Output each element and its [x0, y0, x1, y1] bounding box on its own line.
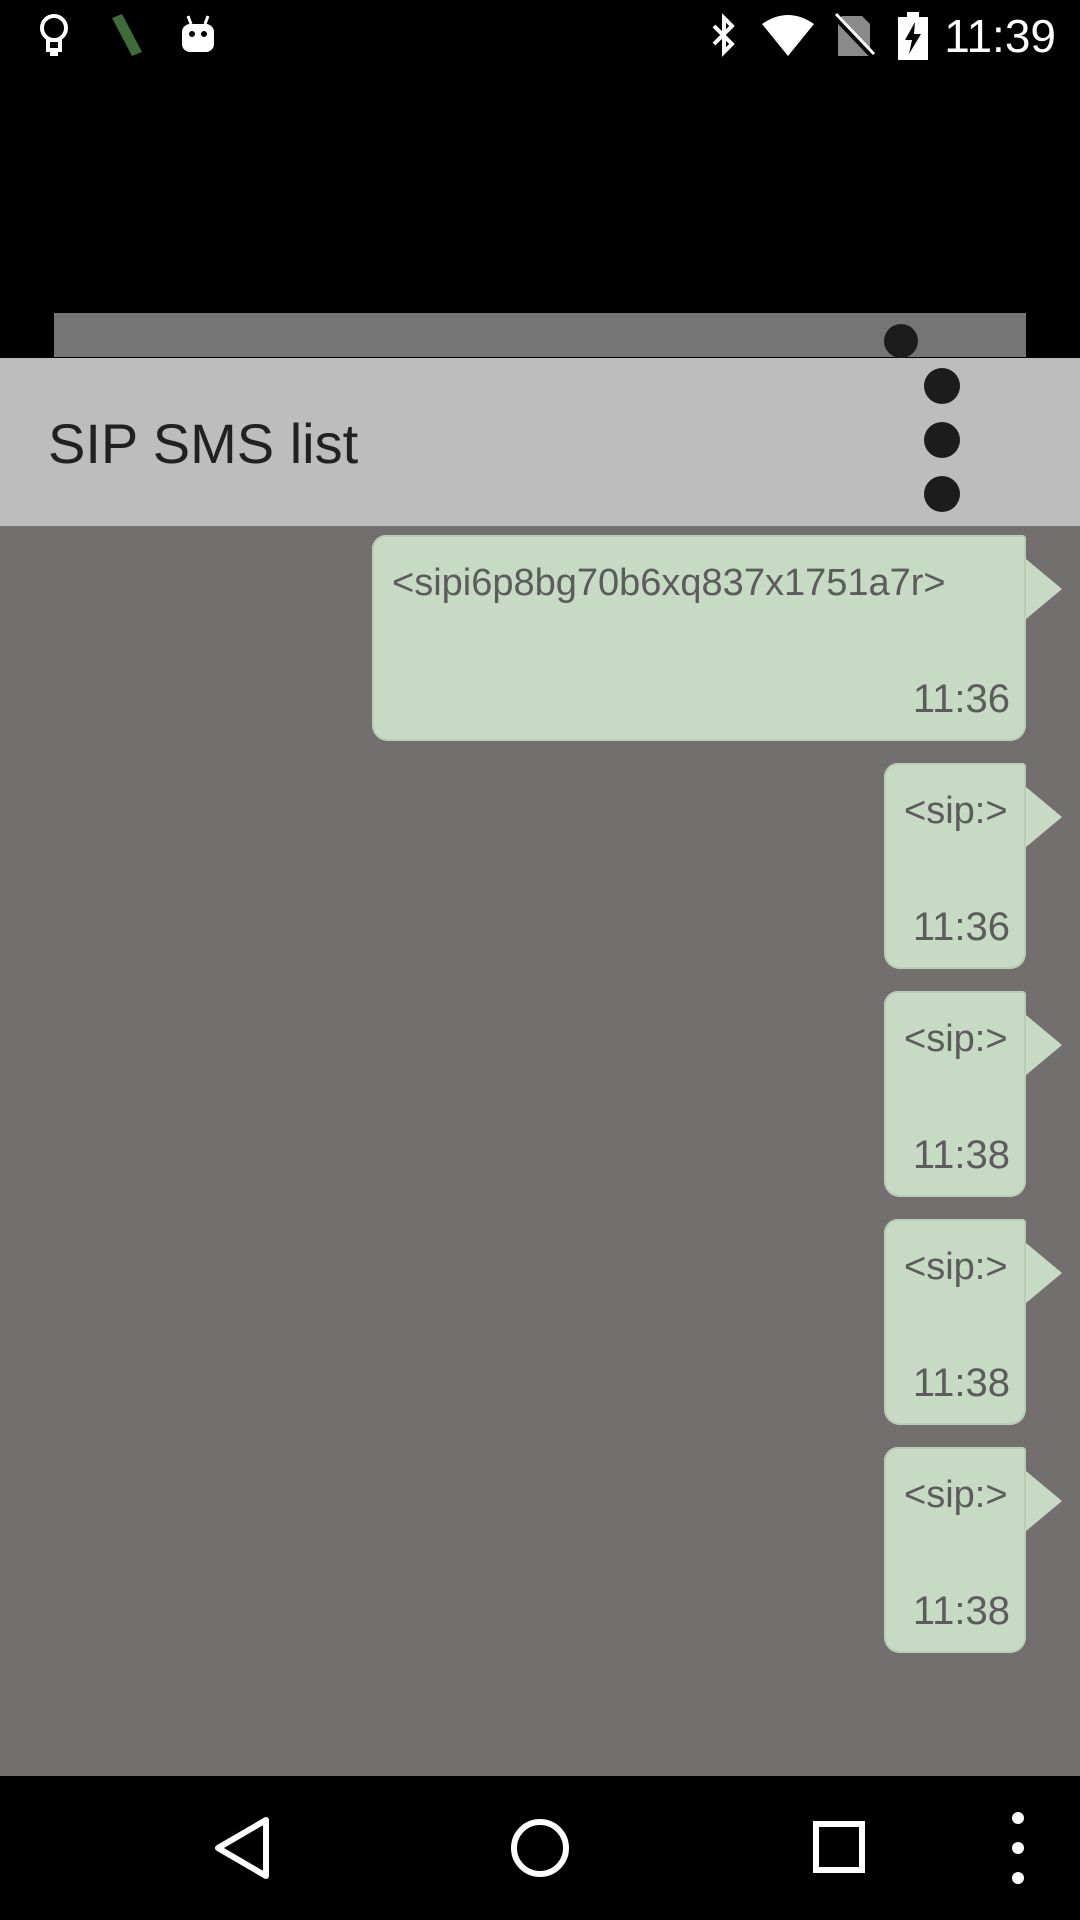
message-time: 11:36 [912, 905, 1010, 949]
message-bubble[interactable]: <sipi6p8bg70b6xq837x1751a7r> 11:36 [372, 535, 1062, 741]
message-bubble[interactable]: <sip:> 11:38 [884, 1219, 1062, 1425]
back-icon[interactable] [182, 1776, 302, 1920]
message-bubble[interactable]: <sip:> 11:38 [884, 1447, 1062, 1653]
home-icon[interactable] [480, 1776, 600, 1920]
message-bubble[interactable]: <sip:> 11:36 [884, 763, 1062, 969]
recents-icon[interactable] [780, 1776, 900, 1920]
message-sender: <sip:> [904, 1246, 1008, 1288]
battery-charging-icon [898, 12, 928, 60]
message-time: 11:38 [912, 1361, 1010, 1405]
lightbulb-icon [40, 14, 68, 56]
menu-icon[interactable] [958, 1776, 1078, 1920]
status-bar: 11:39 [0, 0, 1080, 72]
navigation-bar [0, 1776, 1080, 1920]
bluetooth-icon [712, 13, 735, 57]
usb-debug-icon [112, 14, 142, 56]
message-time: 11:38 [912, 1589, 1010, 1633]
page-title: SIP SMS list [48, 412, 359, 475]
overflow-menu-icon[interactable] [918, 368, 966, 516]
status-time: 11:39 [944, 10, 1056, 62]
message-sender: <sipi6p8bg70b6xq837x1751a7r> [392, 562, 946, 604]
popup-shadow-bar [54, 313, 1026, 357]
message-list[interactable]: <sipi6p8bg70b6xq837x1751a7r> 11:36 <sip:… [0, 526, 1080, 1776]
wifi-icon [762, 15, 814, 56]
app-bar: SIP SMS list [0, 358, 1080, 526]
message-sender: <sip:> [904, 1018, 1008, 1060]
android-icon [182, 15, 214, 52]
message-time: 11:36 [912, 677, 1010, 721]
message-sender: <sip:> [904, 1474, 1008, 1516]
message-bubble[interactable]: <sip:> 11:38 [884, 991, 1062, 1197]
no-sim-icon [832, 12, 876, 60]
popup-shadow-dot [884, 324, 918, 358]
message-sender: <sip:> [904, 790, 1008, 832]
message-time: 11:38 [912, 1133, 1010, 1177]
